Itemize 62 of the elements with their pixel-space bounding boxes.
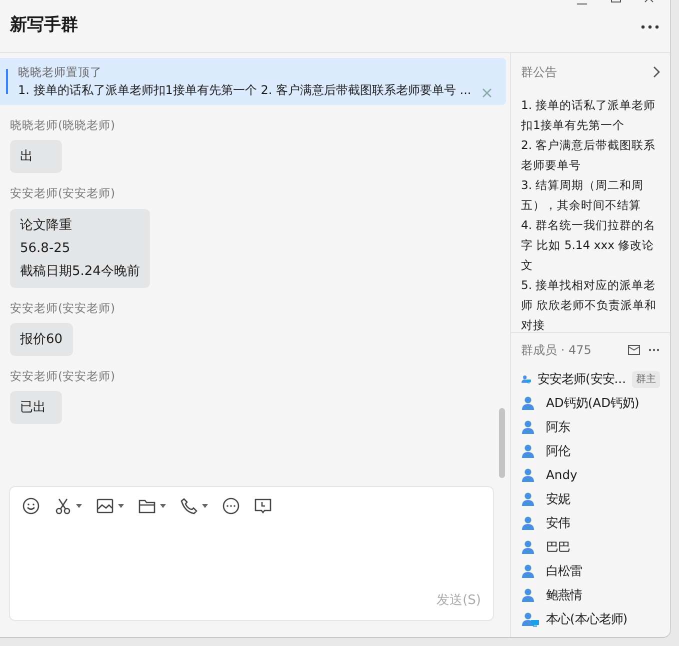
message-bubble: 出 — [10, 140, 62, 174]
more-icon — [640, 24, 660, 30]
member-item[interactable]: 阿伦 — [521, 439, 660, 463]
member-item[interactable]: Andy — [521, 463, 660, 487]
folder-icon — [138, 497, 156, 515]
emoji-button[interactable] — [22, 497, 40, 515]
phone-icon — [180, 497, 198, 515]
section-title: 群公告 — [521, 64, 557, 81]
member-item[interactable]: 安妮 — [521, 487, 660, 511]
sender-name: 晓晓老师(晓晓老师) — [10, 117, 116, 134]
image-icon — [96, 497, 114, 515]
message-bubble: 已出 — [10, 391, 62, 424]
member-name: AD钙奶(AD钙奶) — [546, 394, 640, 412]
member-item[interactable]: 安伟 — [521, 511, 660, 535]
message-bubble: 报价60 — [10, 322, 73, 356]
section-title: 群成员 · 475 — [521, 342, 592, 359]
member-item[interactable]: AD钙奶(AD钙奶) — [521, 391, 660, 415]
member-name: 巴巴 — [546, 538, 570, 556]
notice-item: 2. 客户满意后带截图联系老师要单号 — [521, 137, 657, 174]
notice-item: 4. 群名统一我们拉群的名字 比如 5.14 xxx 修改论文 — [521, 217, 657, 274]
notice-item: 3. 结算周期（周二和周五），其余时间不结算 — [521, 177, 645, 214]
image-button[interactable] — [96, 497, 124, 515]
pinned-author: 晓晓老师置顶了 — [18, 64, 103, 81]
close-icon — [482, 88, 492, 98]
member-name: 鲍燕情 — [546, 586, 582, 604]
scrollbar[interactable] — [499, 408, 505, 478]
more-icon[interactable] — [648, 348, 660, 352]
window-title: 新写手群 — [10, 14, 78, 38]
clock-message-button[interactable] — [254, 497, 272, 515]
member-name: 本心(本心老师) — [546, 610, 628, 628]
pinned-text: 1. 接单的话私了派单老师扣1接单有先第一个 2. 客户满意后带截图联系老师要单号 ... — [18, 82, 472, 100]
scissors-icon — [54, 497, 72, 515]
member-name: 安安老师(安安... — [537, 370, 626, 388]
member-item[interactable]: 本心(本心老师) — [521, 607, 660, 631]
member-name: 安伟 — [546, 514, 570, 532]
member-name: 安妮 — [546, 490, 570, 508]
member-item[interactable]: 巴巴 — [521, 535, 660, 559]
mail-icon[interactable] — [628, 345, 640, 355]
member-item[interactable]: 白松雷 — [521, 559, 660, 583]
notice-item: 5. 接单找相对应的派单老师 欣欣老师不负责派单和对接 — [521, 277, 658, 332]
clock-message-icon — [254, 497, 272, 515]
member-item[interactable]: 鲍燕情 — [521, 583, 660, 607]
sender-name: 安安老师(安安老师) — [10, 368, 116, 385]
notice-item: 1. 接单的话私了派单老师扣1接单有先第一个 — [521, 97, 657, 134]
more-button[interactable] — [222, 497, 240, 515]
member-item[interactable]: 阿东 — [521, 415, 660, 439]
folder-button[interactable] — [138, 497, 166, 515]
message-bubble: 论文降重 56.8-25 截稿日期5.24今晚前 — [10, 208, 150, 288]
member-name: Andy — [546, 466, 578, 484]
member-item[interactable]: 安安老师(安安... 群主 — [521, 367, 660, 391]
chevron-right-icon[interactable] — [653, 66, 660, 78]
member-name: 阿东 — [546, 418, 570, 436]
more-icon — [222, 497, 240, 515]
sender-name: 安安老师(安安老师) — [10, 185, 116, 202]
user-computer-icon — [521, 611, 540, 627]
phone-button[interactable] — [180, 497, 208, 515]
sender-name: 安安老师(安安老师) — [10, 300, 116, 316]
emoji-icon — [22, 497, 40, 515]
member-name: 白松雷 — [546, 562, 582, 580]
owner-badge: 群主 — [632, 370, 660, 388]
member-name: 阿伦 — [546, 442, 570, 460]
scissors-button[interactable] — [54, 497, 82, 515]
